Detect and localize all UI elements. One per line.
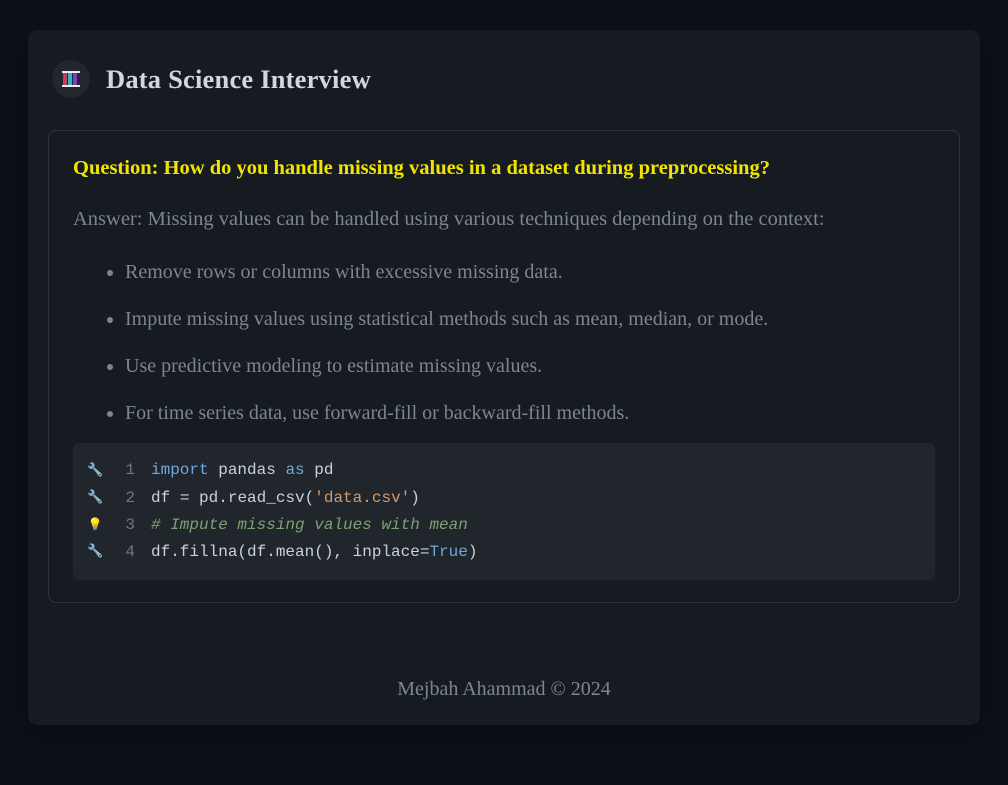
page-title: Data Science Interview [106,64,371,95]
answer-intro-text: Missing values can be handled using vari… [148,208,825,230]
line-number: 4 [115,539,135,566]
code-block: 🔧 1 import pandas as pd 🔧 2 df = pd.read_csv(… [73,443,935,580]
question-body: How do you handle missing values in a da… [164,157,770,179]
list-item: For time series data, use forward-fill o… [125,400,935,427]
list-item: Remove rows or columns with excessive mi… [125,259,935,286]
line-number: 2 [115,485,135,512]
code-line: 🔧 2 df = pd.read_csv('data.csv') [87,485,919,512]
header: Data Science Interview [48,60,960,98]
list-item: Use predictive modeling to estimate miss… [125,353,935,380]
qa-container: Question: How do you handle missing valu… [48,130,960,603]
answer-intro: Answer: Missing values can be handled us… [73,205,935,234]
footer-text: Mejbah Ahammad © 2024 [48,652,960,701]
answer-list: Remove rows or columns with excessive mi… [73,259,935,427]
code-line: 🔧 1 import pandas as pd [87,457,919,484]
code-text: import pandas as pd [151,457,333,484]
line-number: 1 [115,457,135,484]
question-text: Question: How do you handle missing valu… [73,155,935,183]
logo-icon [52,60,90,98]
wrench-icon: 🔧 [87,541,103,563]
wrench-icon: 🔧 [87,487,103,509]
list-item: Impute missing values using statistical … [125,306,935,333]
bulb-icon: 💡 [87,515,103,535]
code-text: df.fillna(df.mean(), inplace=True) [151,539,477,566]
line-number: 3 [115,512,135,539]
answer-prefix: Answer: [73,208,142,230]
code-line: 🔧 4 df.fillna(df.mean(), inplace=True) [87,539,919,566]
main-card: Data Science Interview Question: How do … [28,30,980,725]
wrench-icon: 🔧 [87,460,103,482]
code-text: # Impute missing values with mean [151,512,468,539]
code-text: df = pd.read_csv('data.csv') [151,485,420,512]
code-line: 💡 3 # Impute missing values with mean [87,512,919,539]
question-prefix: Question: [73,157,158,179]
